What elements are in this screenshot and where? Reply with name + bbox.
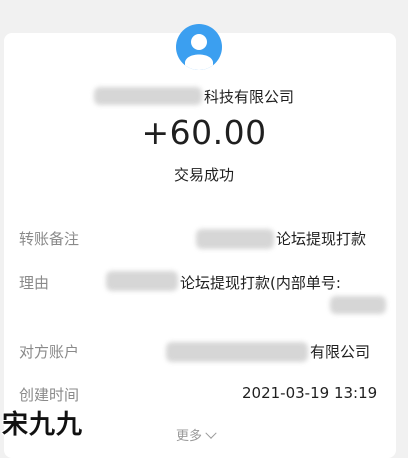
chevron-down-icon [205, 427, 217, 439]
watermark-text: 宋九九 [2, 410, 84, 440]
reason-label: 理由 [19, 274, 50, 292]
redacted-merchant-prefix [94, 87, 202, 105]
remark-label: 转账备注 [19, 230, 80, 248]
redacted-remark-prefix [196, 229, 274, 249]
more-label: 更多 [176, 429, 203, 444]
reason-value: 论坛提现打款(内部单号: [180, 274, 341, 292]
created-time-value: 2021-03-19 13:19 [242, 384, 378, 402]
redacted-reason-prefix [106, 271, 178, 291]
user-avatar-icon [176, 24, 222, 70]
redacted-counterparty-prefix [166, 342, 308, 362]
transaction-amount: +60.00 [141, 113, 267, 152]
counterparty-label: 对方账户 [19, 343, 80, 361]
merchant-name: 科技有限公司 [92, 84, 312, 108]
more-button[interactable]: 更多 [176, 425, 217, 444]
remark-value: 论坛提现打款 [276, 230, 367, 248]
created-time-label: 创建时间 [19, 386, 80, 404]
redacted-order-number [330, 296, 386, 314]
merchant-name-suffix: 科技有限公司 [204, 88, 295, 106]
counterparty-value: 有限公司 [310, 343, 371, 361]
transaction-status: 交易成功 [173, 166, 234, 184]
